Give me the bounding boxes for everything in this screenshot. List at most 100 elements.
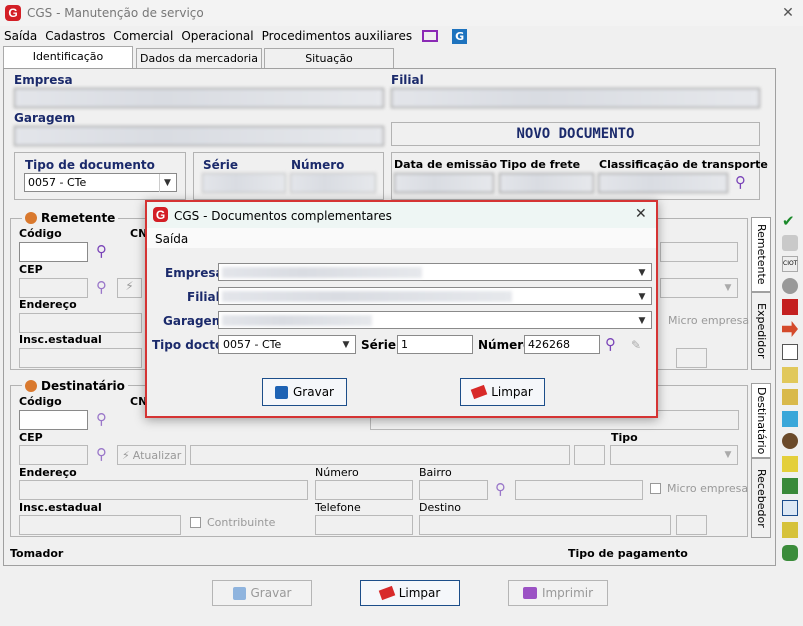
chevron-down-icon[interactable]: ▼ xyxy=(159,174,175,192)
dialog-empresa-label: Empresa xyxy=(165,266,224,280)
app-logo-icon: G xyxy=(153,207,168,222)
floppy-icon xyxy=(232,586,246,600)
note-icon[interactable] xyxy=(782,456,798,472)
menu-item-procedimentos[interactable]: Procedimentos auxiliares xyxy=(258,29,416,43)
dest-contribuinte-label: Contribuinte xyxy=(207,516,276,529)
lightning-icon[interactable]: ⚡ xyxy=(117,278,142,298)
dest-destino-label: Destino xyxy=(419,501,462,514)
menu-item-saida[interactable]: Saída xyxy=(0,29,41,43)
dialog-limpar-button[interactable]: Limpar xyxy=(460,378,545,406)
dest-destino-uf-field[interactable] xyxy=(676,515,707,535)
dest-telefone-field[interactable] xyxy=(315,515,413,535)
ciot-icon[interactable]: CIOT xyxy=(782,256,798,272)
dialog-garagem-select[interactable]: ▼ xyxy=(218,311,652,329)
vtab-recebedor[interactable]: Recebedor xyxy=(751,458,771,538)
eraser-icon xyxy=(470,384,488,400)
chevron-down-icon[interactable]: ▼ xyxy=(634,312,650,330)
data-emissao-label: Data de emissão xyxy=(394,158,497,171)
vtab-remetente[interactable]: Remetente xyxy=(751,217,771,292)
empresa-field[interactable] xyxy=(14,88,384,108)
remetente-right-field[interactable] xyxy=(660,242,738,262)
dialog-menu-saida[interactable]: Saída xyxy=(155,232,188,246)
search-icon[interactable]: ⚲ xyxy=(735,174,746,190)
imprimir-button[interactable]: Imprimir xyxy=(508,580,608,606)
tab-dados-mercadoria[interactable]: Dados da mercadoria xyxy=(136,48,262,70)
dest-bairro-nome-field[interactable] xyxy=(515,480,643,500)
chevron-down-icon[interactable]: ▼ xyxy=(634,288,650,306)
tipo-frete-select[interactable] xyxy=(499,173,594,193)
dest-bairro-field[interactable] xyxy=(419,480,488,500)
filial-field[interactable] xyxy=(391,88,760,108)
remetente-cep-field[interactable] xyxy=(19,278,88,298)
chevron-down-icon[interactable]: ▼ xyxy=(720,279,736,297)
money-icon[interactable] xyxy=(782,478,798,494)
dest-micro-checkbox[interactable] xyxy=(650,483,661,494)
remetente-tipo-select[interactable]: ▼ xyxy=(660,278,738,298)
dest-numero-field[interactable] xyxy=(315,480,413,500)
handshake-icon[interactable] xyxy=(782,545,798,561)
close-icon[interactable]: ✕ xyxy=(635,206,647,222)
monitor-icon[interactable] xyxy=(422,30,439,42)
remetente-small-field[interactable] xyxy=(676,348,707,368)
dialog-gravar-button[interactable]: Gravar xyxy=(262,378,347,406)
dest-cidade-field[interactable] xyxy=(190,445,570,465)
garagem-field[interactable] xyxy=(14,126,384,146)
dialog-empresa-select[interactable]: ▼ xyxy=(218,263,652,281)
checkmark-icon[interactable]: ✔ xyxy=(782,212,798,230)
search-icon[interactable]: ⚲ xyxy=(605,336,616,352)
arrow-icon[interactable] xyxy=(782,321,798,337)
limpar-button[interactable]: Limpar xyxy=(360,580,460,606)
menu-item-comercial[interactable]: Comercial xyxy=(109,29,177,43)
hand-pointer-icon[interactable] xyxy=(782,389,798,405)
dialog-numero-field[interactable]: 426268 xyxy=(524,335,600,354)
dest-insc-field[interactable] xyxy=(19,515,181,535)
gear-icon[interactable] xyxy=(782,235,798,251)
book-icon[interactable] xyxy=(782,500,798,516)
close-icon[interactable]: ✕ xyxy=(773,0,803,26)
dest-uf-field[interactable] xyxy=(574,445,605,465)
dest-destino-field[interactable] xyxy=(419,515,671,535)
dest-atualizar-button[interactable]: ⚡ Atualizar xyxy=(117,445,186,465)
tab-identificacao[interactable]: Identificação xyxy=(3,46,133,68)
tipo-documento-select[interactable]: 0057 - CTe ▼ xyxy=(24,173,177,192)
remetente-codigo-field[interactable] xyxy=(19,242,88,262)
g-icon[interactable]: G xyxy=(452,28,468,44)
dest-contribuinte-checkbox[interactable] xyxy=(190,517,201,528)
search-icon[interactable]: ⚲ xyxy=(96,243,107,259)
dialog-filial-select[interactable]: ▼ xyxy=(218,287,652,305)
data-emissao-field[interactable] xyxy=(394,173,494,193)
search-icon[interactable]: ⚲ xyxy=(495,481,506,497)
tab-situacao[interactable]: Situação xyxy=(264,48,394,70)
user-icon[interactable] xyxy=(782,433,798,449)
dest-cep-field[interactable] xyxy=(19,445,88,465)
documents-icon[interactable] xyxy=(782,344,798,360)
wand-icon[interactable]: ✎ xyxy=(631,338,641,352)
dialog-serie-field[interactable]: 1 xyxy=(397,335,473,354)
search-icon[interactable]: ⚲ xyxy=(96,446,107,462)
remetente-endereco-field[interactable] xyxy=(19,313,142,333)
people-icon[interactable] xyxy=(782,411,798,427)
serie-field[interactable] xyxy=(202,173,286,193)
dest-endereco-field[interactable] xyxy=(19,480,308,500)
dest-tipo-select[interactable]: ▼ xyxy=(610,445,738,465)
remetente-insc-field[interactable] xyxy=(19,348,142,368)
list-icon[interactable] xyxy=(782,522,798,538)
classificacao-field[interactable] xyxy=(598,173,728,193)
gravar-button[interactable]: Gravar xyxy=(212,580,312,606)
chevron-down-icon[interactable]: ▼ xyxy=(338,336,354,354)
vtab-destinatario[interactable]: Destinatário xyxy=(751,383,771,458)
search-icon[interactable]: ⚲ xyxy=(96,279,107,295)
truck-icon[interactable] xyxy=(782,299,798,315)
hand-icon[interactable] xyxy=(782,367,798,383)
chevron-down-icon[interactable]: ▼ xyxy=(720,446,736,464)
chevron-down-icon[interactable]: ▼ xyxy=(634,264,650,282)
floppy-icon xyxy=(275,385,288,399)
dest-codigo-field[interactable] xyxy=(19,410,88,430)
numero-field[interactable] xyxy=(290,173,376,193)
menu-item-operacional[interactable]: Operacional xyxy=(177,29,257,43)
dialog-tipo-docto-select[interactable]: 0057 - CTe ▼ xyxy=(218,335,356,354)
menu-item-cadastros[interactable]: Cadastros xyxy=(41,29,109,43)
vtab-expedidor[interactable]: Expedidor xyxy=(751,292,771,370)
disk-icon[interactable] xyxy=(782,278,798,294)
search-icon[interactable]: ⚲ xyxy=(96,411,107,427)
